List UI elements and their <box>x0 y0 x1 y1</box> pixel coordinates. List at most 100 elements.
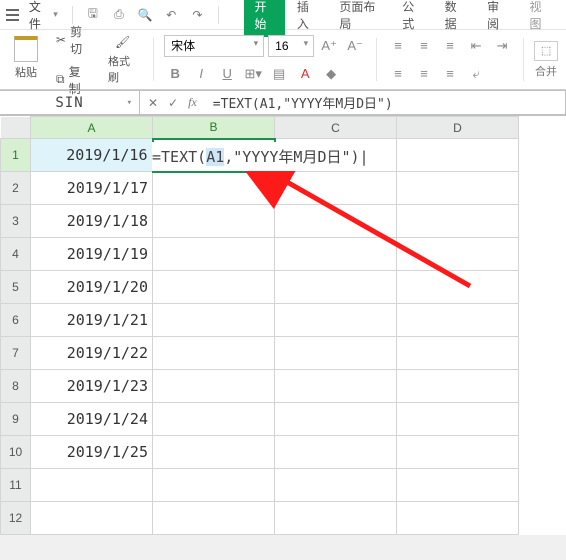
tab-start[interactable]: 开始 <box>244 0 284 37</box>
cell-D1[interactable] <box>397 139 519 172</box>
fill-color-button[interactable]: ▤ <box>268 63 290 85</box>
row-header-3[interactable]: 3 <box>1 205 31 238</box>
tab-data[interactable]: 数据 <box>435 0 475 37</box>
tab-view[interactable]: 视图 <box>520 0 560 37</box>
cell-A10[interactable]: 2019/1/25 <box>31 436 153 469</box>
cell-C11[interactable] <box>275 469 397 502</box>
align-left-icon[interactable]: ≡ <box>387 63 409 85</box>
cell-A4[interactable]: 2019/1/19 <box>31 238 153 271</box>
name-box[interactable]: SIN <box>0 90 140 115</box>
cell-C7[interactable] <box>275 337 397 370</box>
cut-button[interactable]: ✂剪切 <box>50 21 96 59</box>
cell-C3[interactable] <box>275 205 397 238</box>
column-header-D[interactable]: D <box>397 117 519 139</box>
merge-cells-icon[interactable]: ⬚ <box>534 41 558 61</box>
row-header-1[interactable]: 1 <box>1 139 31 172</box>
column-header-A[interactable]: A <box>31 117 153 139</box>
indent-right-icon[interactable]: ⇥ <box>491 35 513 57</box>
highlight-button[interactable]: ◆ <box>320 63 342 85</box>
cell-B3[interactable] <box>153 205 275 238</box>
row-header-10[interactable]: 10 <box>1 436 31 469</box>
cell-C10[interactable] <box>275 436 397 469</box>
redo-icon[interactable]: ↷ <box>187 4 207 26</box>
column-header-C[interactable]: C <box>275 117 397 139</box>
cell-D9[interactable] <box>397 403 519 436</box>
wrap-text-icon[interactable]: ⤶ <box>465 63 487 85</box>
format-painter-button[interactable]: 🖌 格式刷 <box>102 33 143 87</box>
cell-C6[interactable] <box>275 304 397 337</box>
row-header-12[interactable]: 12 <box>1 502 31 535</box>
cell-B12[interactable] <box>153 502 275 535</box>
align-top-icon[interactable]: ≡ <box>387 35 409 57</box>
cell-D11[interactable] <box>397 469 519 502</box>
cell-A12[interactable] <box>31 502 153 535</box>
cell-B5[interactable] <box>153 271 275 304</box>
row-header-5[interactable]: 5 <box>1 271 31 304</box>
formula-input[interactable]: =TEXT(A1,"YYYY年M月D日") <box>205 90 566 115</box>
italic-button[interactable]: I <box>190 63 212 85</box>
cell-C9[interactable] <box>275 403 397 436</box>
cell-D8[interactable] <box>397 370 519 403</box>
cell-B9[interactable] <box>153 403 275 436</box>
cell-B2[interactable] <box>153 172 275 205</box>
spreadsheet-grid[interactable]: ABCD12019/1/1622019/1/1732019/1/1842019/… <box>0 116 566 535</box>
cell-D2[interactable] <box>397 172 519 205</box>
fx-icon[interactable]: fx <box>188 95 197 110</box>
row-header-6[interactable]: 6 <box>1 304 31 337</box>
cell-D5[interactable] <box>397 271 519 304</box>
cell-B11[interactable] <box>153 469 275 502</box>
cell-C4[interactable] <box>275 238 397 271</box>
cell-A5[interactable]: 2019/1/20 <box>31 271 153 304</box>
cell-A6[interactable]: 2019/1/21 <box>31 304 153 337</box>
cell-A9[interactable]: 2019/1/24 <box>31 403 153 436</box>
bold-button[interactable]: B <box>164 63 186 85</box>
cell-B10[interactable] <box>153 436 275 469</box>
align-middle-icon[interactable]: ≡ <box>413 35 435 57</box>
row-header-4[interactable]: 4 <box>1 238 31 271</box>
cell-C8[interactable] <box>275 370 397 403</box>
tab-formula[interactable]: 公式 <box>392 0 432 37</box>
align-bottom-icon[interactable]: ≡ <box>439 35 461 57</box>
undo-icon[interactable]: ↶ <box>161 4 181 26</box>
row-header-2[interactable]: 2 <box>1 172 31 205</box>
cell-D12[interactable] <box>397 502 519 535</box>
cell-D6[interactable] <box>397 304 519 337</box>
font-color-button[interactable]: A <box>294 63 316 85</box>
cell-D4[interactable] <box>397 238 519 271</box>
tab-insert[interactable]: 插入 <box>287 0 327 37</box>
cell-A8[interactable]: 2019/1/23 <box>31 370 153 403</box>
cell-C5[interactable] <box>275 271 397 304</box>
cell-D3[interactable] <box>397 205 519 238</box>
align-center-icon[interactable]: ≡ <box>413 63 435 85</box>
row-header-7[interactable]: 7 <box>1 337 31 370</box>
border-button[interactable]: ⊞▾ <box>242 63 264 85</box>
align-right-icon[interactable]: ≡ <box>439 63 461 85</box>
select-all-corner[interactable] <box>1 117 31 139</box>
font-name-select[interactable] <box>164 35 264 57</box>
cell-A11[interactable] <box>31 469 153 502</box>
cell-C2[interactable] <box>275 172 397 205</box>
cell-B7[interactable] <box>153 337 275 370</box>
cell-A1[interactable]: 2019/1/16 <box>31 139 153 172</box>
app-menu-icon[interactable] <box>6 9 19 21</box>
cell-B4[interactable] <box>153 238 275 271</box>
row-header-11[interactable]: 11 <box>1 469 31 502</box>
confirm-icon[interactable]: ✓ <box>168 96 178 110</box>
cell-A3[interactable]: 2019/1/18 <box>31 205 153 238</box>
cell-B8[interactable] <box>153 370 275 403</box>
cell-C12[interactable] <box>275 502 397 535</box>
cell-B1[interactable] <box>153 139 275 172</box>
tab-review[interactable]: 审阅 <box>477 0 517 37</box>
column-header-B[interactable]: B <box>153 117 275 139</box>
increase-font-icon[interactable]: A⁺ <box>318 35 340 57</box>
row-header-9[interactable]: 9 <box>1 403 31 436</box>
cell-B6[interactable] <box>153 304 275 337</box>
print-icon[interactable]: ⎙ <box>109 4 129 26</box>
indent-left-icon[interactable]: ⇤ <box>465 35 487 57</box>
cell-D10[interactable] <box>397 436 519 469</box>
preview-icon[interactable]: 🔍 <box>135 4 155 26</box>
cell-A7[interactable]: 2019/1/22 <box>31 337 153 370</box>
cell-D7[interactable] <box>397 337 519 370</box>
font-size-select[interactable] <box>268 35 314 57</box>
tab-page-layout[interactable]: 页面布局 <box>329 0 390 37</box>
